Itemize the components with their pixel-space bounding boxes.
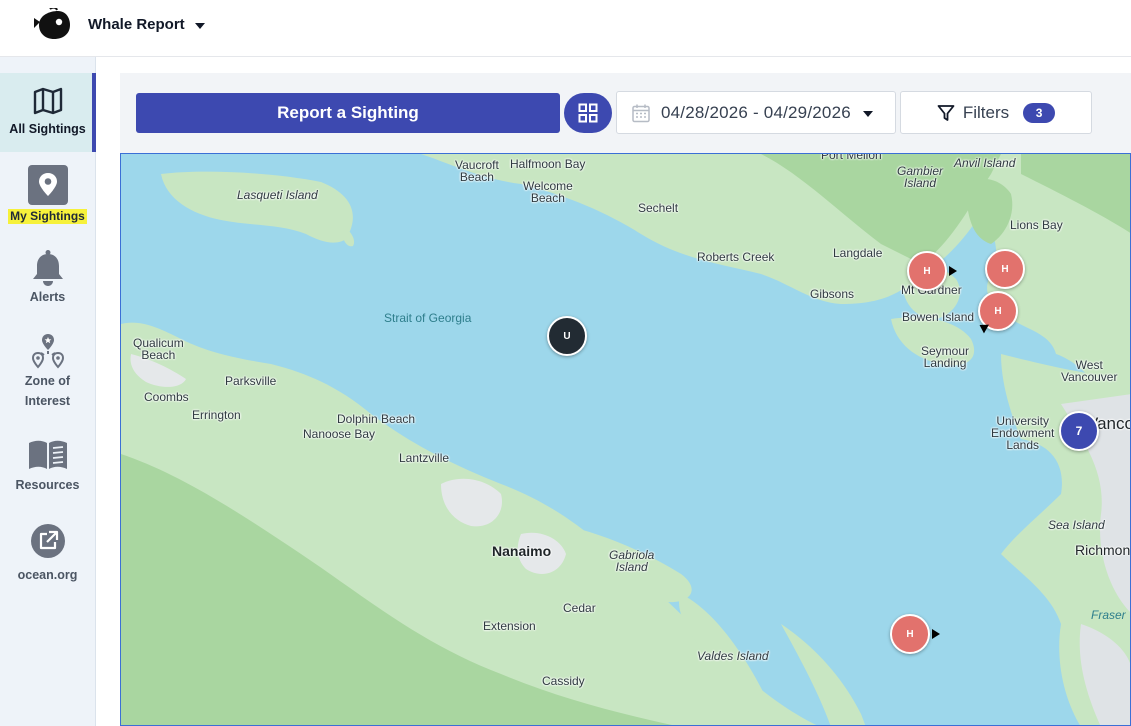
caret-down-icon [862, 110, 873, 117]
map-place-label: Sea Island [1048, 518, 1105, 532]
map-place-label: Bowen Island [902, 310, 975, 324]
map-place-label: Halfmoon Bay [510, 157, 586, 171]
sidebar-item-label: My Sightings [8, 209, 87, 224]
report-sighting-label: Report a Sighting [277, 103, 419, 122]
location-pin-icon [27, 165, 68, 205]
map-water-label: Fraser [1091, 608, 1126, 622]
filter-funnel-icon [937, 104, 955, 121]
map-place-label: Valdes Island [697, 649, 769, 663]
sidebar-nav: All Sightings My Sightings Alerts Zone o… [0, 57, 96, 726]
filters-label: Filters [962, 102, 1010, 122]
map-place-label: Coombs [144, 390, 189, 404]
sighting-marker[interactable]: U [547, 316, 587, 356]
sighting-marker[interactable]: H [890, 614, 930, 654]
map-place-label: Vaucroft Beach [455, 158, 499, 184]
map-place-label: Lasqueti Island [237, 188, 318, 202]
direction-arrow-icon [949, 266, 957, 276]
filters-button[interactable]: Filters 3 [900, 91, 1092, 134]
map-place-label: Gambier Island [897, 164, 944, 190]
caret-down-icon [194, 22, 205, 29]
sidebar-item-all-sightings[interactable]: All Sightings [0, 73, 96, 152]
grid-view-button[interactable] [564, 93, 612, 133]
sidebar-item-zone-of-interest[interactable]: Zone of Interest [0, 333, 95, 421]
sidebar-item-ocean-org[interactable]: ocean.org [0, 523, 95, 587]
map-place-label: Anvil Island [954, 156, 1016, 170]
sidebar-item-label: Resources [15, 478, 80, 492]
map-place-label: Cedar [563, 601, 596, 615]
sighting-marker[interactable]: H [907, 251, 947, 291]
report-sighting-button[interactable]: Report a Sighting [136, 93, 560, 133]
map-place-label: Qualicum Beach [133, 336, 184, 362]
map-place-label: West Vancouver [1061, 358, 1118, 384]
sidebar-item-alerts[interactable]: Alerts [0, 249, 95, 313]
map-place-label: Gabriola Island [609, 548, 655, 574]
map-place-label: Richmon [1075, 542, 1131, 558]
sighting-marker[interactable]: H [985, 249, 1025, 289]
map-place-label: Langdale [833, 246, 883, 260]
app-title: Whale Report [88, 16, 185, 33]
sidebar-item-label: ocean.org [17, 568, 78, 582]
map-place-label: Cassidy [542, 674, 585, 688]
app-switcher[interactable]: Whale Report [88, 16, 205, 33]
grid-icon [578, 103, 598, 123]
map-place-label: Parksville [225, 374, 277, 388]
map-water-label: Strait of Georgia [384, 311, 472, 325]
map-place-label: Lantzville [399, 451, 450, 465]
map-icon [33, 87, 62, 115]
sidebar-item-label: Zone of Interest [24, 374, 71, 408]
map-place-label: Errington [192, 408, 241, 422]
map-place-label: Extension [483, 619, 536, 633]
sidebar-item-my-sightings[interactable]: My Sightings [0, 165, 95, 237]
sidebar-item-label: Alerts [29, 290, 66, 304]
date-range-value: 04/28/2026 - 04/29/2026 [661, 102, 851, 122]
calendar-icon [632, 104, 650, 122]
whale-logo-icon[interactable] [32, 8, 72, 42]
map-place-label: Gibsons [810, 287, 855, 301]
external-link-icon [30, 524, 65, 558]
sidebar-item-resources[interactable]: Resources [0, 439, 95, 503]
direction-arrow-icon [932, 629, 940, 639]
sidebar-item-label: All Sightings [9, 122, 86, 136]
map-place-label: Roberts Creek [697, 250, 775, 264]
map-land-layer [121, 154, 1130, 725]
date-range-picker[interactable]: 04/28/2026 - 04/29/2026 [616, 91, 896, 134]
map-place-label: University Endowment Lands [991, 414, 1055, 452]
map-place-label: Sechelt [638, 201, 679, 215]
map-place-label: Lions Bay [1010, 218, 1063, 232]
map-place-label: Dolphin Beach [337, 412, 416, 426]
top-header: Whale Report [0, 0, 1131, 57]
zone-pins-icon [31, 334, 64, 369]
sighting-cluster-marker[interactable]: 7 [1059, 411, 1099, 451]
map-place-label: Seymour Landing [921, 344, 970, 370]
map-place-label: Port Mellon [821, 153, 882, 162]
sightings-map[interactable]: Vaucroft Beach Halfmoon Bay Welcome Beac… [120, 153, 1131, 726]
book-icon [28, 440, 67, 469]
bell-icon [32, 250, 63, 286]
map-place-label: Nanaimo [492, 543, 552, 559]
map-place-label: Welcome Beach [523, 179, 573, 205]
map-place-label: Nanoose Bay [303, 427, 376, 441]
filters-count-badge: 3 [1023, 102, 1056, 123]
